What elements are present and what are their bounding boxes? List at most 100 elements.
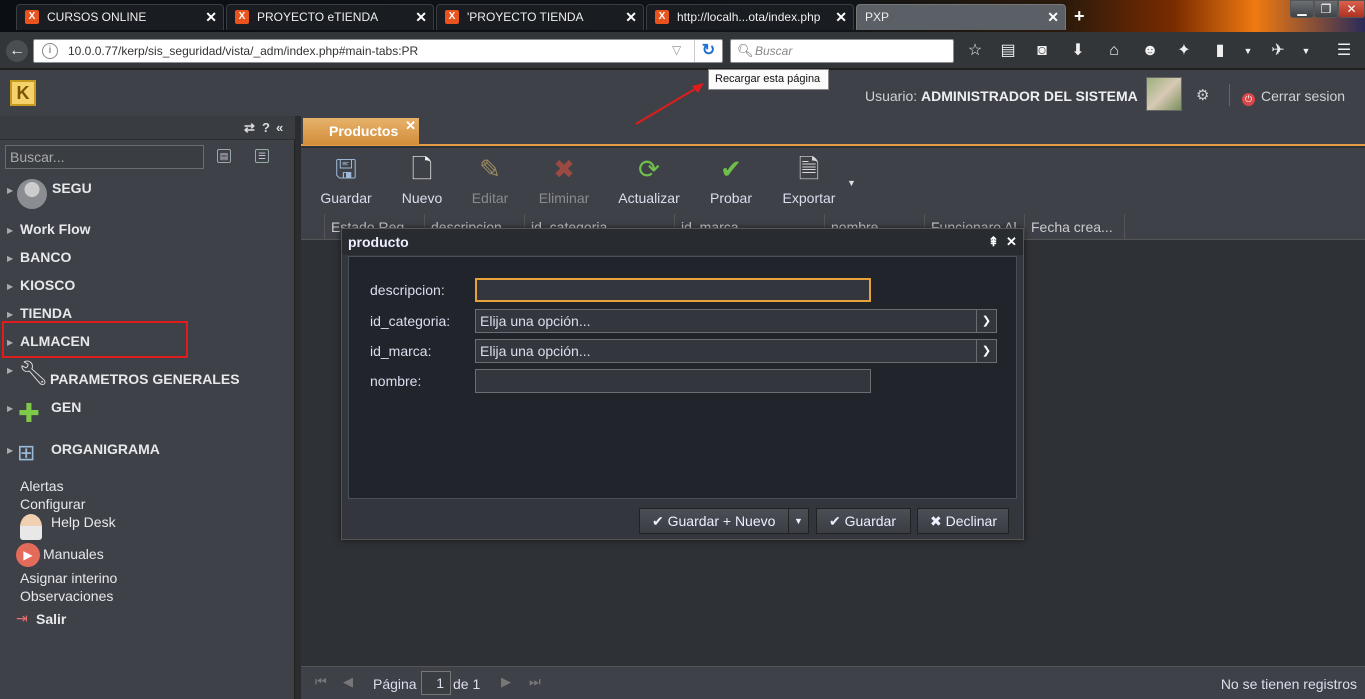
refresh-icon[interactable]: ⇄ (244, 120, 255, 136)
reading-list-icon[interactable]: ▤ (998, 41, 1018, 61)
expand-arrow-icon[interactable]: ▶ (7, 186, 13, 195)
close-icon[interactable]: ✕ (625, 5, 637, 29)
last-page-icon[interactable]: ⏭ (529, 674, 541, 690)
sidebar-item-parametros[interactable]: PARAMETROS GENERALES (50, 371, 240, 387)
list-icon[interactable]: ☰ (255, 149, 269, 163)
sidebar-item-banco[interactable]: BANCO (20, 249, 71, 265)
pocket-icon[interactable]: ◙ (1032, 41, 1052, 61)
id-categoria-select[interactable]: Elija una opción... ❯ (475, 309, 997, 333)
exit-icon: ⇥ (16, 610, 28, 626)
id-marca-label: id_marca: (370, 343, 432, 359)
close-icon[interactable]: ✕ (1006, 229, 1017, 255)
browser-tab-etienda[interactable]: X PROYECTO eTIENDA ✕ (226, 4, 434, 30)
minimize-button[interactable]: ▁ (1290, 0, 1314, 18)
expand-arrow-icon[interactable]: ▶ (7, 282, 13, 291)
toolbar-exportar-button[interactable]: 🗎︎ Exportar (774, 154, 844, 206)
expand-arrow-icon[interactable]: ▶ (7, 366, 13, 375)
sidebar-item-kiosco[interactable]: KIOSCO (20, 277, 75, 293)
info-icon[interactable]: i (42, 43, 58, 59)
maximize-button[interactable]: ❐ (1314, 0, 1338, 18)
expand-all-icon[interactable]: ▤ (217, 149, 231, 163)
sidebar-item-tienda[interactable]: TIENDA (20, 305, 72, 321)
sidebar-item-gen[interactable]: GEN (51, 399, 81, 415)
sidebar-link-alertas[interactable]: Alertas (20, 478, 64, 494)
url-bar[interactable]: i 10.0.0.77/kerp/sis_seguridad/vista/_ad… (33, 39, 723, 63)
new-tab-button[interactable]: + (1074, 6, 1085, 27)
dialog-form: descripcion: id_categoria: Elija una opc… (348, 256, 1017, 499)
expand-arrow-icon[interactable]: ▶ (7, 404, 13, 413)
descripcion-label: descripcion: (370, 282, 445, 298)
grid-header-cell (301, 214, 325, 240)
back-button[interactable]: ← (6, 40, 28, 62)
close-icon[interactable]: ✕ (1047, 5, 1059, 29)
browser-tab-tienda[interactable]: X 'PROYECTO TIENDA ✕ (436, 4, 644, 30)
menu-icon[interactable]: ☰ (1334, 41, 1354, 61)
sidebar-link-manuales[interactable]: Manuales (43, 546, 104, 562)
toolbar-probar-button[interactable]: ✔ Probar (696, 154, 766, 206)
browser-tab-localhost[interactable]: X http://localh...ota/index.php ✕ (646, 4, 854, 30)
save-new-button[interactable]: ✔ Guardar + Nuevo ▼ (639, 508, 809, 534)
chevron-down-icon[interactable]: ▼ (847, 178, 856, 188)
reload-button[interactable]: ↻ (694, 40, 722, 62)
clipboard-icon[interactable]: ▮ (1210, 41, 1230, 61)
toolbar-guardar-button[interactable]: 🖫︎ Guardar (311, 154, 381, 206)
smiley-icon[interactable]: ☻ (1140, 41, 1160, 61)
home-icon[interactable]: ⌂ (1104, 41, 1124, 61)
sidebar-link-configurar[interactable]: Configurar (20, 496, 85, 512)
expand-arrow-icon[interactable]: ▶ (7, 226, 13, 235)
decline-button[interactable]: ✖ Declinar (917, 508, 1009, 534)
sidebar-item-organigrama[interactable]: ORGANIGRAMA (51, 441, 160, 457)
dialog-title: producto (348, 234, 409, 250)
nombre-field[interactable] (475, 369, 871, 393)
help-icon[interactable]: ? (262, 120, 270, 135)
sidebar-link-observaciones[interactable]: Observaciones (20, 588, 113, 604)
page-number-input[interactable]: 1 (421, 671, 451, 695)
expand-arrow-icon[interactable]: ▶ (7, 310, 13, 319)
browser-tab-pxp[interactable]: PXP ✕ (856, 4, 1066, 30)
column-header[interactable]: Fecha crea... (1025, 214, 1125, 240)
maximize-icon[interactable]: ⇞ (988, 229, 999, 255)
tab-productos[interactable]: Productos ✕ (303, 118, 419, 145)
collapse-icon[interactable]: « (276, 120, 283, 135)
expand-arrow-icon[interactable]: ▶ (7, 446, 13, 455)
close-icon[interactable]: ✕ (415, 5, 427, 29)
dropdown-icon[interactable]: ▽ (672, 43, 681, 57)
logout-button[interactable]: ⏻ Cerrar sesion (1242, 88, 1345, 106)
extension-icon[interactable]: ✦ (1174, 41, 1194, 61)
prev-page-icon[interactable]: ◀ (343, 674, 353, 690)
close-icon[interactable]: ✕ (405, 112, 416, 139)
close-icon[interactable]: ✕ (205, 5, 217, 29)
check-icon: ✔ (652, 513, 664, 529)
browser-tab-cursos[interactable]: X CURSOS ONLINE ✕ (16, 4, 224, 30)
chevron-down-icon[interactable]: ❯ (976, 340, 996, 362)
close-icon[interactable]: ✕ (835, 5, 847, 29)
sidebar-link-salir[interactable]: Salir (36, 611, 66, 627)
toolbar-nuevo-button[interactable]: 🗋︎ Nuevo (387, 154, 457, 206)
sidebar: ⇄ ? « Buscar... ▤ ☰ ▶ SEGU ▶ Work Flow ▶… (0, 116, 295, 699)
descripcion-field[interactable] (475, 278, 871, 302)
toolbar-eliminar-button[interactable]: ✖ Eliminar (529, 154, 599, 206)
sidebar-link-helpdesk[interactable]: Help Desk (51, 514, 116, 530)
expand-arrow-icon[interactable]: ▶ (7, 254, 13, 263)
chevron-down-icon[interactable]: ❯ (976, 310, 996, 332)
toolbar-editar-button[interactable]: ✎ Editar (455, 154, 525, 206)
browser-search-input[interactable]: 🔍︎ Buscar (730, 39, 954, 63)
sidebar-link-asignar-interino[interactable]: Asignar interino (20, 570, 117, 586)
bookmark-star-icon[interactable]: ☆ (965, 41, 985, 61)
chevron-down-icon[interactable]: ▼ (788, 509, 808, 533)
sidebar-item-workflow[interactable]: Work Flow (20, 221, 91, 237)
chevron-down-icon[interactable]: ▼ (1296, 41, 1316, 61)
gear-icon[interactable]: ⚙ (1196, 86, 1209, 104)
sidebar-item-segu[interactable]: SEGU (52, 180, 92, 196)
id-marca-select[interactable]: Elija una opción... ❯ (475, 339, 997, 363)
toolbar-actualizar-button[interactable]: ⟳ Actualizar (614, 154, 684, 206)
close-window-button[interactable]: ✕ (1338, 0, 1365, 18)
chevron-down-icon[interactable]: ▼ (1238, 41, 1258, 61)
sidebar-search-input[interactable]: Buscar... (5, 145, 204, 169)
first-page-icon[interactable]: ⏮ (315, 674, 327, 690)
save-button[interactable]: ✔ Guardar (816, 508, 911, 534)
next-page-icon[interactable]: ▶ (501, 674, 511, 690)
tool-icon[interactable]: ✈ (1268, 41, 1288, 61)
avatar[interactable] (1146, 77, 1182, 111)
download-icon[interactable]: ⬇ (1068, 41, 1088, 61)
